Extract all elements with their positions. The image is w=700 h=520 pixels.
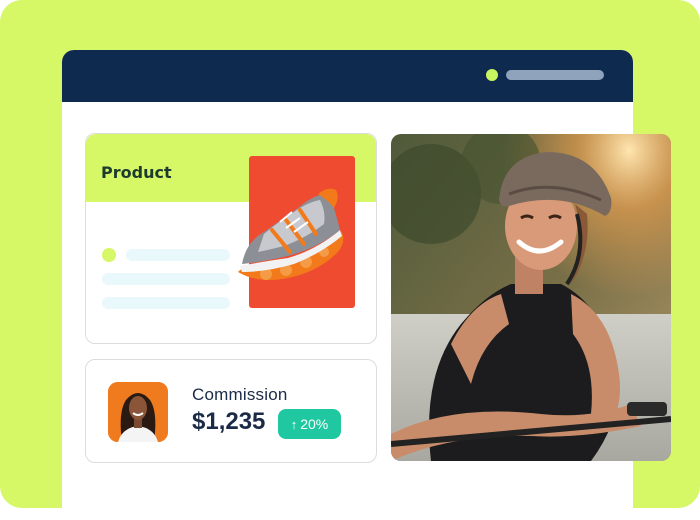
commission-label: Commission — [192, 385, 288, 404]
product-title: Product — [101, 163, 172, 182]
change-percent: 20% — [300, 416, 329, 432]
commission-amount: $1,235 — [192, 408, 266, 435]
skeleton-line — [126, 249, 230, 261]
cyclist-photo — [391, 134, 671, 461]
commission-card[interactable]: Commission $1,235 ↑ 20% — [85, 359, 377, 463]
sneaker-image — [238, 188, 344, 280]
status-dot — [486, 69, 498, 81]
browser-top-bar — [62, 50, 633, 102]
skeleton-line — [102, 297, 230, 309]
address-bar-placeholder — [506, 70, 604, 80]
skeleton-line — [102, 273, 230, 285]
arrow-up-icon: ↑ — [290, 416, 298, 432]
change-badge: ↑ 20% — [278, 409, 341, 439]
person-avatar — [108, 382, 168, 442]
skeleton-dot — [102, 248, 116, 262]
